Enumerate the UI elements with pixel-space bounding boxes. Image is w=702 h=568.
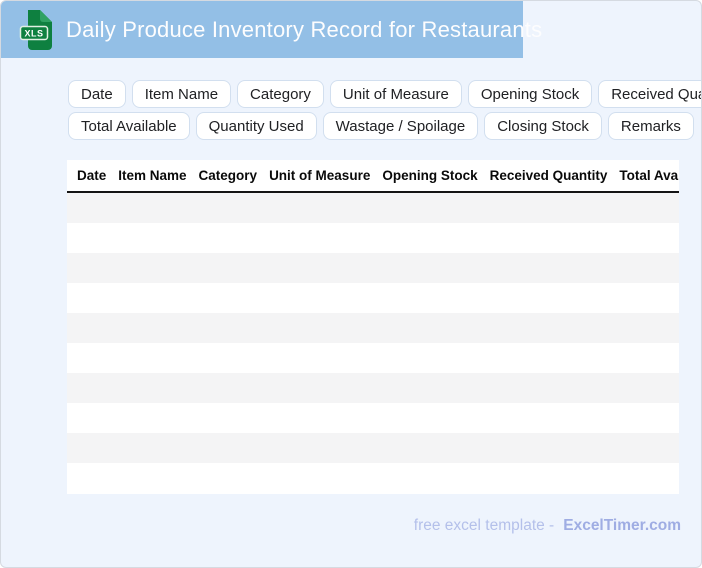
inventory-table: Date Item Name Category Unit of Measure Open…	[67, 160, 679, 494]
column-tag[interactable]: Category	[237, 80, 324, 108]
column-tag[interactable]: Total Available	[68, 112, 190, 140]
table-row	[67, 283, 679, 313]
brand-link[interactable]: ExcelTimer.com	[563, 517, 681, 535]
column-header: Opening Stock	[382, 168, 478, 183]
column-header: Received Quantity	[489, 168, 608, 183]
column-header: Total Available	[619, 168, 679, 183]
column-tag[interactable]: Remarks	[607, 112, 694, 140]
column-tag[interactable]: Quantity Used	[195, 112, 317, 140]
column-tag[interactable]: Wastage / Spoilage	[322, 112, 479, 140]
page-title: Daily Produce Inventory Record for Resta…	[66, 16, 543, 42]
column-tag[interactable]: Item Name	[131, 80, 232, 108]
column-header: Category	[198, 168, 258, 183]
table-row	[67, 403, 679, 433]
column-header: Item Name	[118, 168, 187, 183]
table-row	[67, 223, 679, 253]
table-header-row: Date Item Name Category Unit of Measure Open…	[67, 160, 679, 193]
table-row	[67, 463, 679, 493]
column-tag-row-2: Total Available Quantity Used Wastage / Sp…	[68, 112, 701, 140]
column-tag-list: Date Item Name Category Unit of Measure Open…	[68, 80, 701, 144]
template-preview-page: XLS Daily Produce Inventory Record for R…	[0, 0, 702, 568]
column-tag[interactable]: Unit of Measure	[329, 80, 462, 108]
table-row	[67, 193, 679, 223]
table-row	[67, 373, 679, 403]
footer-text: free excel template -	[413, 517, 555, 534]
column-tag[interactable]: Date	[68, 80, 126, 108]
column-header: Unit of Measure	[269, 168, 371, 183]
table-row	[67, 253, 679, 283]
table-row	[67, 313, 679, 343]
column-tag[interactable]: Opening Stock	[467, 80, 593, 108]
header-banner: XLS Daily Produce Inventory Record for R…	[1, 1, 542, 58]
table-body	[67, 193, 679, 493]
table-row	[67, 343, 679, 373]
column-tag[interactable]: Received Quantity	[598, 80, 701, 108]
xls-file-icon: XLS	[19, 9, 52, 50]
column-tag[interactable]: Closing Stock	[484, 112, 602, 140]
footer-credit: free excel template - ExcelTimer.com	[414, 517, 681, 535]
table-row	[67, 433, 679, 463]
column-tag-row-1: Date Item Name Category Unit of Measure Open…	[68, 80, 701, 108]
xls-badge-label: XLS	[24, 28, 43, 38]
column-header: Date	[77, 168, 107, 183]
